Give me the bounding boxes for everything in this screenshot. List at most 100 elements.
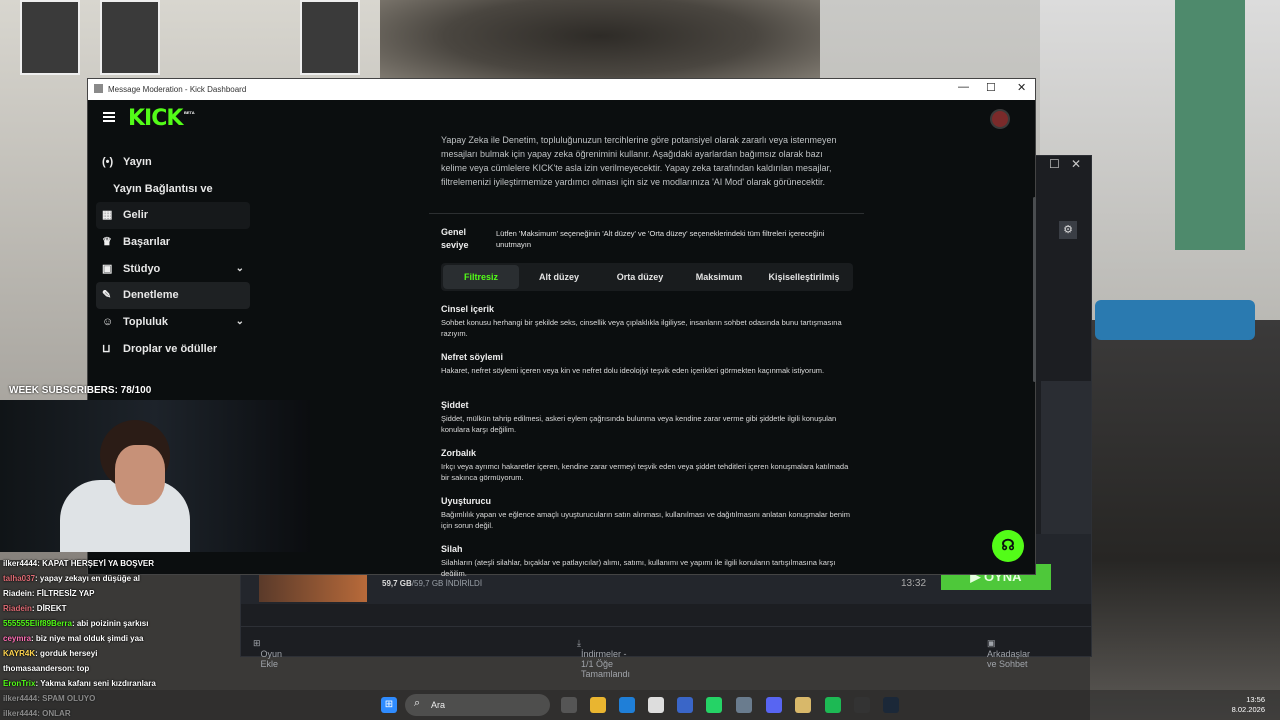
- taskbar: ⊞ ⌕ Ara 13:56 8.02.2026: [0, 690, 1280, 720]
- chat-text: : abi poizinin şarkısı: [71, 619, 149, 628]
- beta-badge: BETA: [184, 110, 195, 115]
- category-item: Şiddet Şiddet, mülkün tahrip edilmesi, as…: [441, 400, 837, 434]
- scrollbar[interactable]: [1033, 197, 1036, 382]
- chat-message: EronTrix: Yakma kafanı seni kızdıranlara: [3, 676, 263, 691]
- task-view-icon[interactable]: [561, 697, 577, 713]
- close-icon[interactable]: ✕: [1071, 157, 1081, 171]
- game-thumbnail[interactable]: [259, 574, 367, 602]
- edge-icon[interactable]: [619, 697, 635, 713]
- chat-message: 555555Elif89Berra: abi poizinin şarkısı: [3, 616, 263, 631]
- chat-message: Riadein: FİLTRESİZ YAP: [3, 586, 263, 601]
- window-titlebar: Message Moderation - Kick Dashboard — ☐ …: [88, 79, 1035, 100]
- sidebar-nav: (•)Yayın Yayın Bağlantısı ve Anahtarı ▦G…: [96, 149, 250, 363]
- close-button[interactable]: ✕: [1017, 81, 1026, 94]
- chat-message: ilker4444: KAPAT HERŞEYİ YA BOŞVER: [3, 556, 263, 571]
- chat-text: : DİREKT: [31, 604, 67, 613]
- maximize-icon[interactable]: ☐: [1049, 157, 1060, 171]
- wrench-icon: ✎: [102, 289, 112, 302]
- start-icon[interactable]: ⊞: [381, 697, 397, 713]
- chat-text: : yapay zekayı en düşüğe al: [35, 574, 140, 583]
- sidebar-item-basarilar[interactable]: ♛ Başarılar: [96, 229, 250, 256]
- drops-icon: ⊔: [102, 342, 111, 355]
- tab-orta-duzey[interactable]: Orta düzey: [599, 265, 681, 289]
- store-icon[interactable]: [648, 697, 664, 713]
- sidebar-item-topluluk[interactable]: ☺ Topluluk ⌄: [96, 309, 250, 336]
- broadcast-icon: (•): [102, 156, 114, 168]
- spotify-icon[interactable]: [825, 697, 841, 713]
- avatar[interactable]: [990, 109, 1010, 129]
- sidebar-item-gelir[interactable]: ▦ Gelir: [96, 202, 250, 230]
- filter-level-tabs: Filtresiz Alt düzey Orta düzey Maksimum …: [441, 263, 853, 291]
- studio-icon: ▣: [102, 262, 113, 275]
- settings-gear-icon[interactable]: ⚙: [1059, 221, 1077, 239]
- app-icon[interactable]: [736, 697, 752, 713]
- tab-maksimum[interactable]: Maksimum: [683, 265, 755, 289]
- maximize-button[interactable]: ☐: [986, 81, 996, 94]
- category-item: Silah Silahların (ateşli silahlar, bıçakl…: [441, 544, 836, 576]
- chat-message: talha037: yapay zekayı en düşüğe al: [3, 571, 263, 586]
- sidebar-item-stream-key[interactable]: Yayın Bağlantısı ve Anahtarı: [96, 176, 250, 221]
- app-icon: [94, 84, 103, 93]
- category-item: Zorbalık Irkçı veya ayrımcı hakaretler iç…: [441, 448, 849, 482]
- download-time: 13:32: [901, 578, 927, 589]
- window-title: Message Moderation - Kick Dashboard: [108, 85, 247, 94]
- downloads-status-button[interactable]: ⤓ İndirmeler - 1/1 Öğe Tamamlandı: [577, 638, 630, 679]
- tab-alt-duzey[interactable]: Alt düzey: [521, 265, 597, 289]
- app-icon[interactable]: [795, 697, 811, 713]
- chat-username: Riadein: [3, 589, 32, 598]
- chat-username: 555555Elif89Berra: [3, 619, 72, 628]
- general-level-note: Lütfen 'Maksimum' seçeneğinin 'Alt düzey…: [496, 229, 825, 249]
- chat-text: : Yakma kafanı seni kızdıranlara: [35, 679, 156, 688]
- moderation-content: Yapay Zeka ile Denetim, topluluğunuzun t…: [429, 136, 864, 576]
- launcher-side-panel: [1041, 381, 1091, 541]
- app-header: KICK BETA: [88, 100, 1035, 136]
- chevron-down-icon: ⌄: [235, 316, 244, 328]
- file-explorer-icon[interactable]: [590, 697, 606, 713]
- chat-username: EronTrix: [3, 679, 36, 688]
- general-level-label: Genel seviye: [441, 227, 469, 250]
- system-tray: 13:56 8.02.2026: [1130, 690, 1280, 720]
- chat-message: Riadein: DİREKT: [3, 601, 263, 616]
- chat-username: thomasaanderson: [3, 664, 72, 673]
- trophy-icon: ♛: [102, 236, 112, 249]
- friends-chat-button[interactable]: Arkadaşlar ve Sohbet ▣: [987, 638, 1030, 669]
- tab-filtresiz[interactable]: Filtresiz: [443, 265, 519, 289]
- sidebar-item-studyo[interactable]: ▣ Stüdyo ⌄: [96, 256, 250, 283]
- download-progress-text: 59,7 GB/59,7 GB İNDİRİLDİ: [382, 579, 483, 588]
- category-item: Cinsel içerik Sohbet konusu herhangi bir …: [441, 304, 842, 338]
- webcam-overlay: [0, 400, 310, 552]
- ai-moderation-intro: Yapay Zeka ile Denetim, topluluğunuzun t…: [441, 136, 837, 187]
- whatsapp-icon[interactable]: [706, 697, 722, 713]
- sidebar-item-yayin[interactable]: (•) Yayın: [96, 149, 250, 176]
- chat-message: KAYR4K: gorduk herseyi: [3, 646, 263, 661]
- chat-text: : top: [71, 664, 90, 673]
- steam-icon[interactable]: [883, 697, 899, 713]
- category-item: Nefret söylemi Hakaret, nefret söylemi iç…: [441, 352, 825, 375]
- launcher-footer: ⊞ Oyun Ekle ⤓ İndirmeler - 1/1 Öğe Tamam…: [241, 626, 1091, 679]
- chat-username: KAYR4K: [3, 649, 36, 658]
- taskbar-search[interactable]: ⌕ Ara: [405, 694, 550, 716]
- obs-icon[interactable]: [854, 697, 870, 713]
- discord-icon[interactable]: [766, 697, 782, 713]
- tab-kisisellestirilmis[interactable]: Kişiselleştirilmiş: [757, 265, 851, 289]
- community-icon: ☺: [102, 316, 114, 329]
- menu-icon[interactable]: [103, 112, 115, 122]
- support-chat-icon[interactable]: ☊: [992, 530, 1024, 562]
- chat-text: : biz niye mal olduk şimdi yaa: [31, 634, 144, 643]
- chat-message: ceymra: biz niye mal olduk şimdi yaa: [3, 631, 263, 646]
- sidebar-item-droplar[interactable]: ⊔ Droplar ve ödüller: [96, 336, 250, 363]
- search-icon: ⌕: [414, 697, 421, 709]
- chat-username: talha037: [3, 574, 36, 583]
- sidebar-item-denetleme[interactable]: ✎ Denetleme: [96, 282, 250, 310]
- kick-logo[interactable]: KICK: [128, 106, 183, 131]
- chat-text: : KAPAT HERŞEYİ YA BOŞVER: [37, 559, 155, 568]
- chat-text: : gorduk herseyi: [35, 649, 98, 658]
- revenue-icon: ▦: [102, 209, 113, 222]
- chat-username: Riadein: [3, 604, 32, 613]
- clock[interactable]: 13:56 8.02.2026: [1232, 695, 1265, 715]
- chat-username: ilker4444: [3, 559, 38, 568]
- chat-username: ceymra: [3, 634, 32, 643]
- chevron-down-icon: ⌄: [235, 262, 244, 274]
- minimize-button[interactable]: —: [958, 81, 969, 93]
- mail-icon[interactable]: [677, 697, 693, 713]
